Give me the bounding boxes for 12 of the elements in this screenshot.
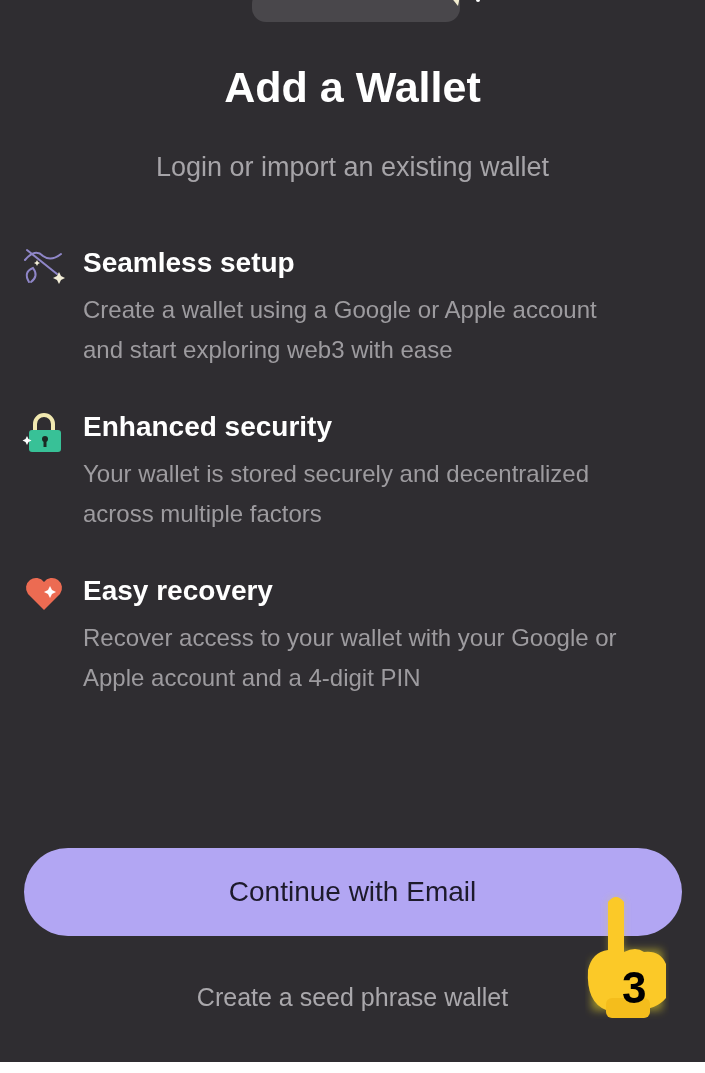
feature-description: Create a wallet using a Google or Apple account and start exploring web3 with ease [83,295,598,365]
seed-phrase-link[interactable]: Create a seed phrase wallet [196,982,509,1012]
feature-description: Your wallet is stored securely and decentralized across multiple factors [83,459,591,529]
feature-description: Recover access to your wallet with your Google or Apple account and a 4-digit PIN [83,623,618,693]
page-subtitle: Login or import an existing wallet [155,151,550,184]
wand-icon [21,246,67,286]
step-number: 3 [622,963,647,1013]
page-title: Add a Wallet [224,62,481,112]
continue-button[interactable]: Continue with Email [23,848,682,936]
feature-title: Easy recovery [83,574,274,608]
feature-title: Enhanced security [83,410,333,444]
feature-title: Seamless setup [83,246,296,280]
